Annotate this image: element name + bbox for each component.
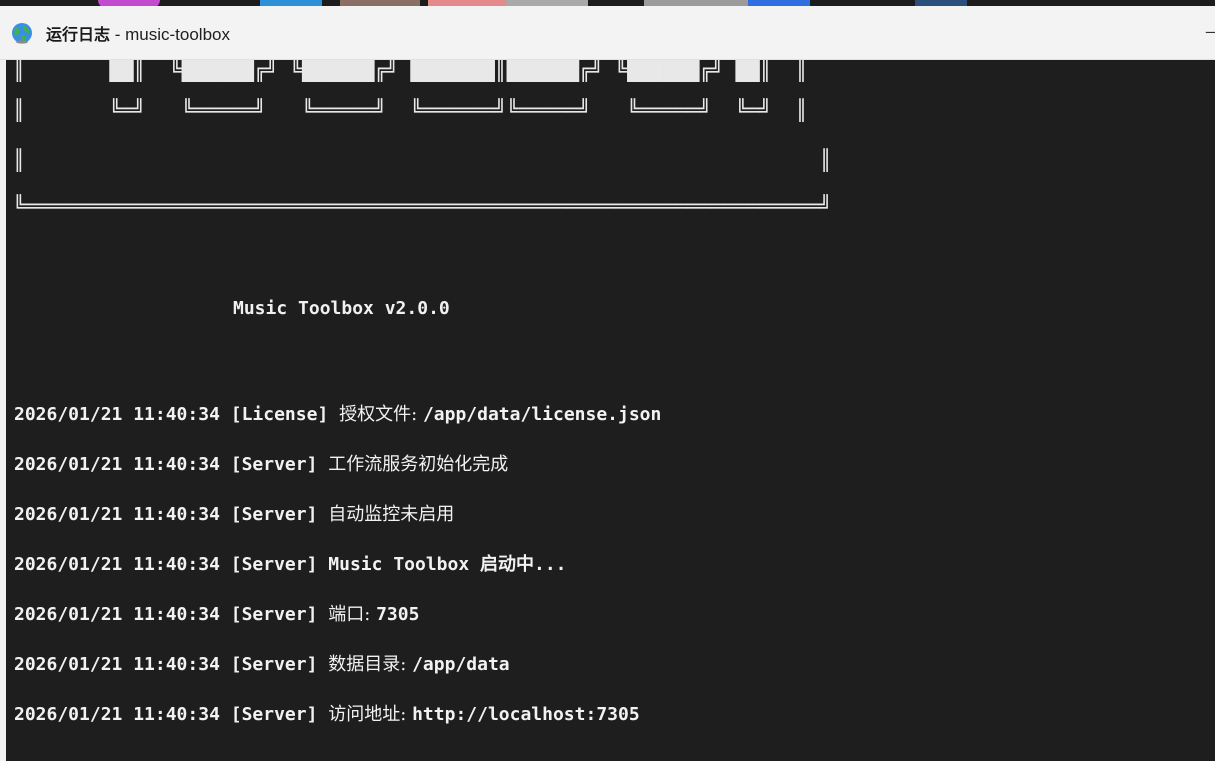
log-value: /app/data/license.json xyxy=(422,404,662,425)
log-tag: [Server] xyxy=(230,504,318,525)
log-timestamp: 2026/01/21 11:40:34 xyxy=(14,504,220,525)
log-tag: [Server] xyxy=(230,604,318,625)
log-message: 数据目录: xyxy=(328,654,413,675)
log-tag: [License] xyxy=(230,404,329,425)
window-title-strong: 运行日志 xyxy=(46,24,111,44)
log-tag: [Server] xyxy=(230,654,318,675)
log-timestamp: 2026/01/21 11:40:34 xyxy=(14,604,220,625)
banner-row: ║ ║ xyxy=(13,148,832,172)
log-message: 授权文件: xyxy=(339,404,423,425)
log-line: 2026/01/21 11:40:34 [License] 授权文件: /app… xyxy=(14,400,661,426)
log-value: 7305 xyxy=(376,604,420,625)
log-timestamp: 2026/01/21 11:40:34 xyxy=(14,454,220,475)
globe-icon xyxy=(9,20,35,46)
screen: 运行日志 - music-toolbox — ║ ██║ ╚██████╔╝ ╚… xyxy=(0,0,1215,761)
log-line: 2026/01/21 11:40:34 [Server] 端口: 7305 xyxy=(14,600,419,626)
log-line: 2026/01/21 11:40:34 [Server] Music Toolb… xyxy=(14,550,567,576)
log-line: 2026/01/21 11:40:34 [Server] 工作流服务初始化完成 xyxy=(14,450,508,476)
app-version: Music Toolbox v2.0.0 xyxy=(233,298,450,319)
log-timestamp: 2026/01/21 11:40:34 xyxy=(14,654,220,675)
window-title-rest: - music-toolbox xyxy=(110,24,230,44)
banner-row: ║ ╚═╝ ╚═════╝ ╚═════╝ ╚══════╝╚═════╝ ╚═… xyxy=(13,98,808,122)
log-line: 2026/01/21 11:40:34 [Server] 访问地址: http:… xyxy=(14,700,640,726)
log-tag: [Server] xyxy=(230,554,318,575)
log-tag: [Server] xyxy=(230,454,318,475)
banner-row: ║ ██║ ╚██████╔╝ ╚██████╔╝ ███████║██████… xyxy=(13,60,808,82)
window-title: 运行日志 - music-toolbox xyxy=(46,21,230,45)
log-message: 端口: xyxy=(328,604,377,625)
log-value: /app/data xyxy=(412,654,510,675)
banner-row: ╚═══════════════════════════════════════… xyxy=(13,194,832,218)
log-message: 自动监控未启用 xyxy=(328,504,455,525)
log-timestamp: 2026/01/21 11:40:34 xyxy=(14,554,220,575)
window-titlebar[interactable]: 运行日志 - music-toolbox — xyxy=(0,6,1215,60)
log-value: http://localhost:7305 xyxy=(412,704,640,725)
log-message: 访问地址: xyxy=(328,704,413,725)
log-line: 2026/01/21 11:40:34 [Server] 数据目录: /app/… xyxy=(14,650,510,676)
log-tag: [Server] xyxy=(230,704,318,725)
log-value: Music Toolbox 启动中... xyxy=(328,554,567,575)
log-message: 工作流服务初始化完成 xyxy=(328,454,509,475)
minimize-button[interactable]: — xyxy=(1205,20,1215,44)
log-timestamp: 2026/01/21 11:40:34 xyxy=(14,704,220,725)
log-window: 运行日志 - music-toolbox — ║ ██║ ╚██████╔╝ ╚… xyxy=(0,6,1215,761)
console-output: ║ ██║ ╚██████╔╝ ╚██████╔╝ ███████║██████… xyxy=(6,60,1215,761)
log-timestamp: 2026/01/21 11:40:34 xyxy=(14,404,220,425)
log-line: 2026/01/21 11:40:34 [Server] 自动监控未启用 xyxy=(14,500,454,526)
